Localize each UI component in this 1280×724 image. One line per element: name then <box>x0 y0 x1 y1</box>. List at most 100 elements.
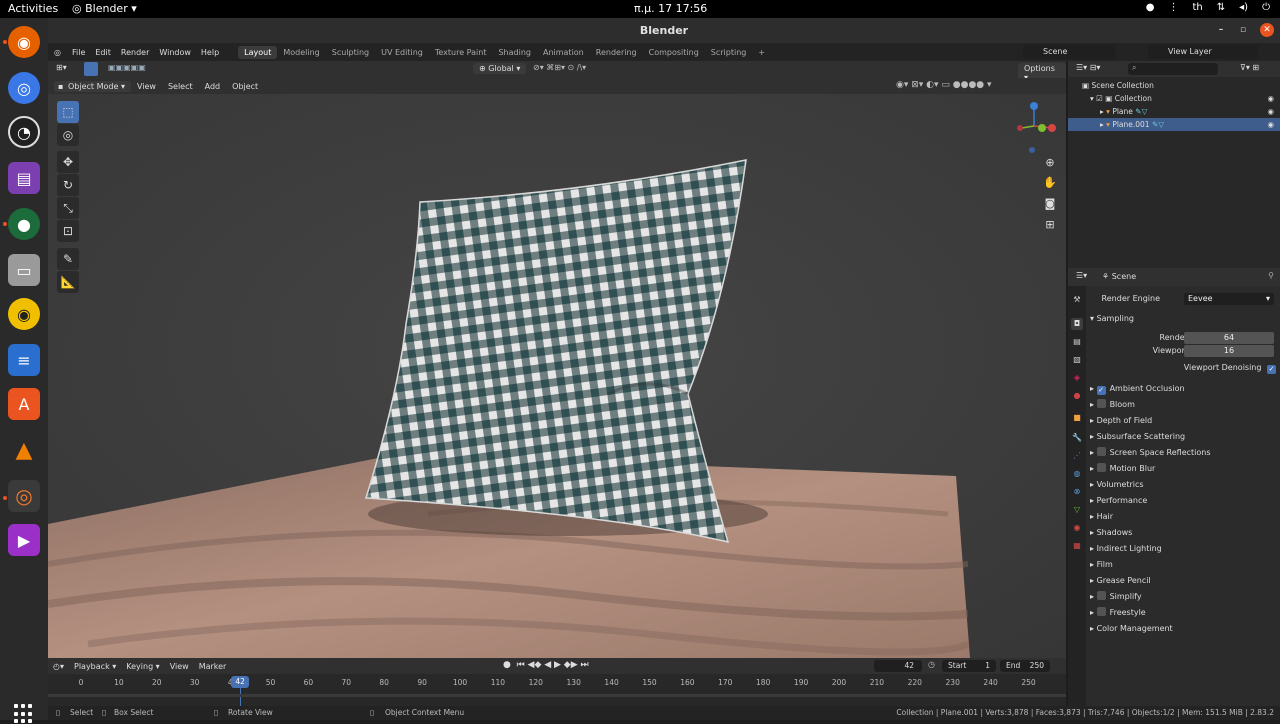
checkbox-icon[interactable] <box>1096 607 1106 616</box>
select-mode-icon[interactable] <box>84 62 98 76</box>
scene-tab-icon[interactable]: ◈ <box>1071 372 1083 384</box>
timeline-type-icon[interactable]: ◴▾ <box>48 662 69 671</box>
view-layer-selector[interactable]: View Layer <box>1148 45 1258 59</box>
transform-orientation[interactable]: ⊕ Global ▾ <box>473 63 527 74</box>
panel-performance[interactable]: ▸ Performance <box>1090 494 1276 508</box>
outliner-item-plane[interactable]: ▸ ▾ Plane ✎▽ ◉ <box>1068 105 1280 118</box>
files-icon[interactable]: ▭ <box>8 254 40 286</box>
playback-controls[interactable]: ● ⏮ ◀◆ ◀ ▶ ◆▶ ⏭ <box>503 660 589 670</box>
outliner-search-input[interactable]: ⌕ <box>1128 63 1218 75</box>
pivot-snap-icons[interactable]: ⊘▾ ⌘⊞▾ ⊙ /\▾ <box>533 63 586 72</box>
render-tab-icon[interactable]: ◘ <box>1071 318 1083 330</box>
selection-mode-icons[interactable]: ▣▣▣▣▣ <box>108 63 146 72</box>
panel-hair[interactable]: ▸ Hair <box>1090 510 1276 524</box>
tab-rendering[interactable]: Rendering <box>590 46 643 59</box>
menu-edit[interactable]: Edit <box>90 48 116 57</box>
outliner-collection[interactable]: ▾ ☑ ▣ Collection ◉ <box>1068 92 1280 105</box>
tab-uv-editing[interactable]: UV Editing <box>375 46 429 59</box>
checkbox-checked-icon[interactable]: ✓ <box>1267 365 1276 374</box>
tab-scripting[interactable]: Scripting <box>705 46 753 59</box>
pin-icon[interactable]: ⚲ <box>1268 271 1274 280</box>
data-tab-icon[interactable]: ▽ <box>1071 504 1083 516</box>
eye-icon[interactable]: ◉ <box>1267 118 1274 131</box>
menu-render[interactable]: Render <box>116 48 154 57</box>
panel-freestyle[interactable]: ▸ Freestyle <box>1090 606 1276 620</box>
clock[interactable]: π.μ. 17 17:56 <box>634 2 707 15</box>
tab-layout[interactable]: Layout <box>238 45 278 59</box>
activities-button[interactable]: Activities <box>8 2 58 15</box>
scene-selector[interactable]: Scene <box>1023 45 1115 59</box>
minimize-icon[interactable]: – <box>1214 23 1228 37</box>
writer-icon[interactable]: ≡ <box>8 344 40 376</box>
panel-motion-blur[interactable]: ▸ Motion Blur <box>1090 462 1276 476</box>
particles-tab-icon[interactable]: ⋰ <box>1071 450 1083 462</box>
media-player-icon[interactable]: ▶ <box>8 524 40 556</box>
start-frame-field[interactable]: Start 1 <box>942 660 996 672</box>
add-workspace-icon[interactable]: + <box>752 46 771 59</box>
menu-add[interactable]: Add <box>199 82 227 91</box>
menu-playback[interactable]: Playback ▾ <box>69 662 121 671</box>
move-tool[interactable]: ✥ <box>57 151 79 173</box>
checkbox-icon[interactable] <box>1096 591 1106 600</box>
playhead[interactable]: 42 <box>231 676 250 688</box>
render-engine-dropdown[interactable]: Eevee ▾ <box>1184 293 1274 305</box>
checkbox-icon[interactable] <box>1096 447 1106 456</box>
checkbox-icon[interactable] <box>1096 463 1106 472</box>
annotate-tool[interactable]: ✎ <box>57 248 79 270</box>
menu-timeline-view[interactable]: View <box>165 662 194 671</box>
tab-shading[interactable]: Shading <box>492 46 537 59</box>
tab-modeling[interactable]: Modeling <box>277 46 325 59</box>
eye-icon[interactable]: ◉ <box>1267 105 1274 118</box>
panel-indirect-lighting[interactable]: ▸ Indirect Lighting <box>1090 542 1276 556</box>
maximize-icon[interactable]: ▫ <box>1236 23 1250 37</box>
menu-file[interactable]: File <box>67 48 90 57</box>
panel-subsurface-scattering[interactable]: ▸ Subsurface Scattering <box>1090 430 1276 444</box>
scale-tool[interactable]: ⤡ <box>57 197 79 219</box>
current-frame-field[interactable]: 42 <box>874 660 922 672</box>
render-samples-field[interactable]: 64 <box>1184 332 1274 344</box>
panel-bloom[interactable]: ▸ Bloom <box>1090 398 1276 412</box>
panel-grease-pencil[interactable]: ▸ Grease Pencil <box>1090 574 1276 588</box>
panel-film[interactable]: ▸ Film <box>1090 558 1276 572</box>
cursor-tool[interactable]: ◎ <box>57 124 79 146</box>
firefox-icon[interactable]: ◉ <box>8 26 40 58</box>
physics-tab-icon[interactable]: ◍ <box>1071 468 1083 480</box>
viewport-denoising-toggle[interactable]: Viewport Denoising ✓ <box>1090 361 1276 375</box>
checkbox-icon[interactable] <box>1096 399 1106 408</box>
sampling-panel-header[interactable]: ▾ Sampling <box>1090 312 1276 326</box>
vlc-icon[interactable]: ▲ <box>8 434 40 466</box>
video-editor-icon[interactable]: ▤ <box>8 162 40 194</box>
editor-type-icon[interactable]: ⊞▾ <box>56 63 67 72</box>
grid-icon[interactable]: ⊞ <box>1041 218 1059 236</box>
measure-tool[interactable]: 📐 <box>57 271 79 293</box>
modifier-tab-icon[interactable]: 🔧 <box>1071 432 1083 444</box>
timeline-scrollbar[interactable] <box>48 694 1066 697</box>
system-tray[interactable]: ● ⋮ th ⇅ ◂) ⏻ <box>1146 2 1270 13</box>
viewport-overlay-icons[interactable]: ◉▾ ⊠▾ ◐▾ ▭ ●●●● ▾ <box>896 80 992 90</box>
menu-view[interactable]: View <box>131 82 162 91</box>
view-layer-tab-icon[interactable]: ▧ <box>1071 354 1083 366</box>
blender-dock-icon[interactable]: ◎ <box>8 480 40 512</box>
obs-icon[interactable]: ◔ <box>8 116 40 148</box>
rhythmbox-icon[interactable]: ◉ <box>8 298 40 330</box>
mode-selector[interactable]: ▪ Object Mode ▾ <box>54 80 131 92</box>
blender-logo-icon[interactable]: ◎ <box>48 48 67 57</box>
software-icon[interactable]: A <box>8 388 40 420</box>
tool-tab-icon[interactable]: ⚒ <box>1071 294 1083 306</box>
properties-type-icon[interactable]: ☰▾ <box>1076 271 1087 280</box>
checkbox-checked-icon[interactable]: ✓ <box>1096 386 1106 395</box>
texture-tab-icon[interactable]: ▦ <box>1071 540 1083 552</box>
language-indicator[interactable]: th <box>1193 2 1203 13</box>
filter-icon[interactable]: ⊽▾ ⊞ <box>1240 63 1259 72</box>
outliner-type-icon[interactable]: ☰▾ ⊟▾ <box>1076 63 1100 72</box>
world-tab-icon[interactable]: ● <box>1071 390 1083 402</box>
panel-simplify[interactable]: ▸ Simplify <box>1090 590 1276 604</box>
tab-sculpting[interactable]: Sculpting <box>326 46 375 59</box>
menu-keying[interactable]: Keying ▾ <box>121 662 164 671</box>
zoom-icon[interactable]: ⊕ <box>1041 156 1059 174</box>
select-box-tool[interactable]: ⬚ <box>57 101 79 123</box>
menu-select[interactable]: Select <box>162 82 199 91</box>
object-tab-icon[interactable]: ■ <box>1071 412 1083 424</box>
pan-hand-icon[interactable]: ✋ <box>1041 176 1059 194</box>
tab-animation[interactable]: Animation <box>537 46 590 59</box>
